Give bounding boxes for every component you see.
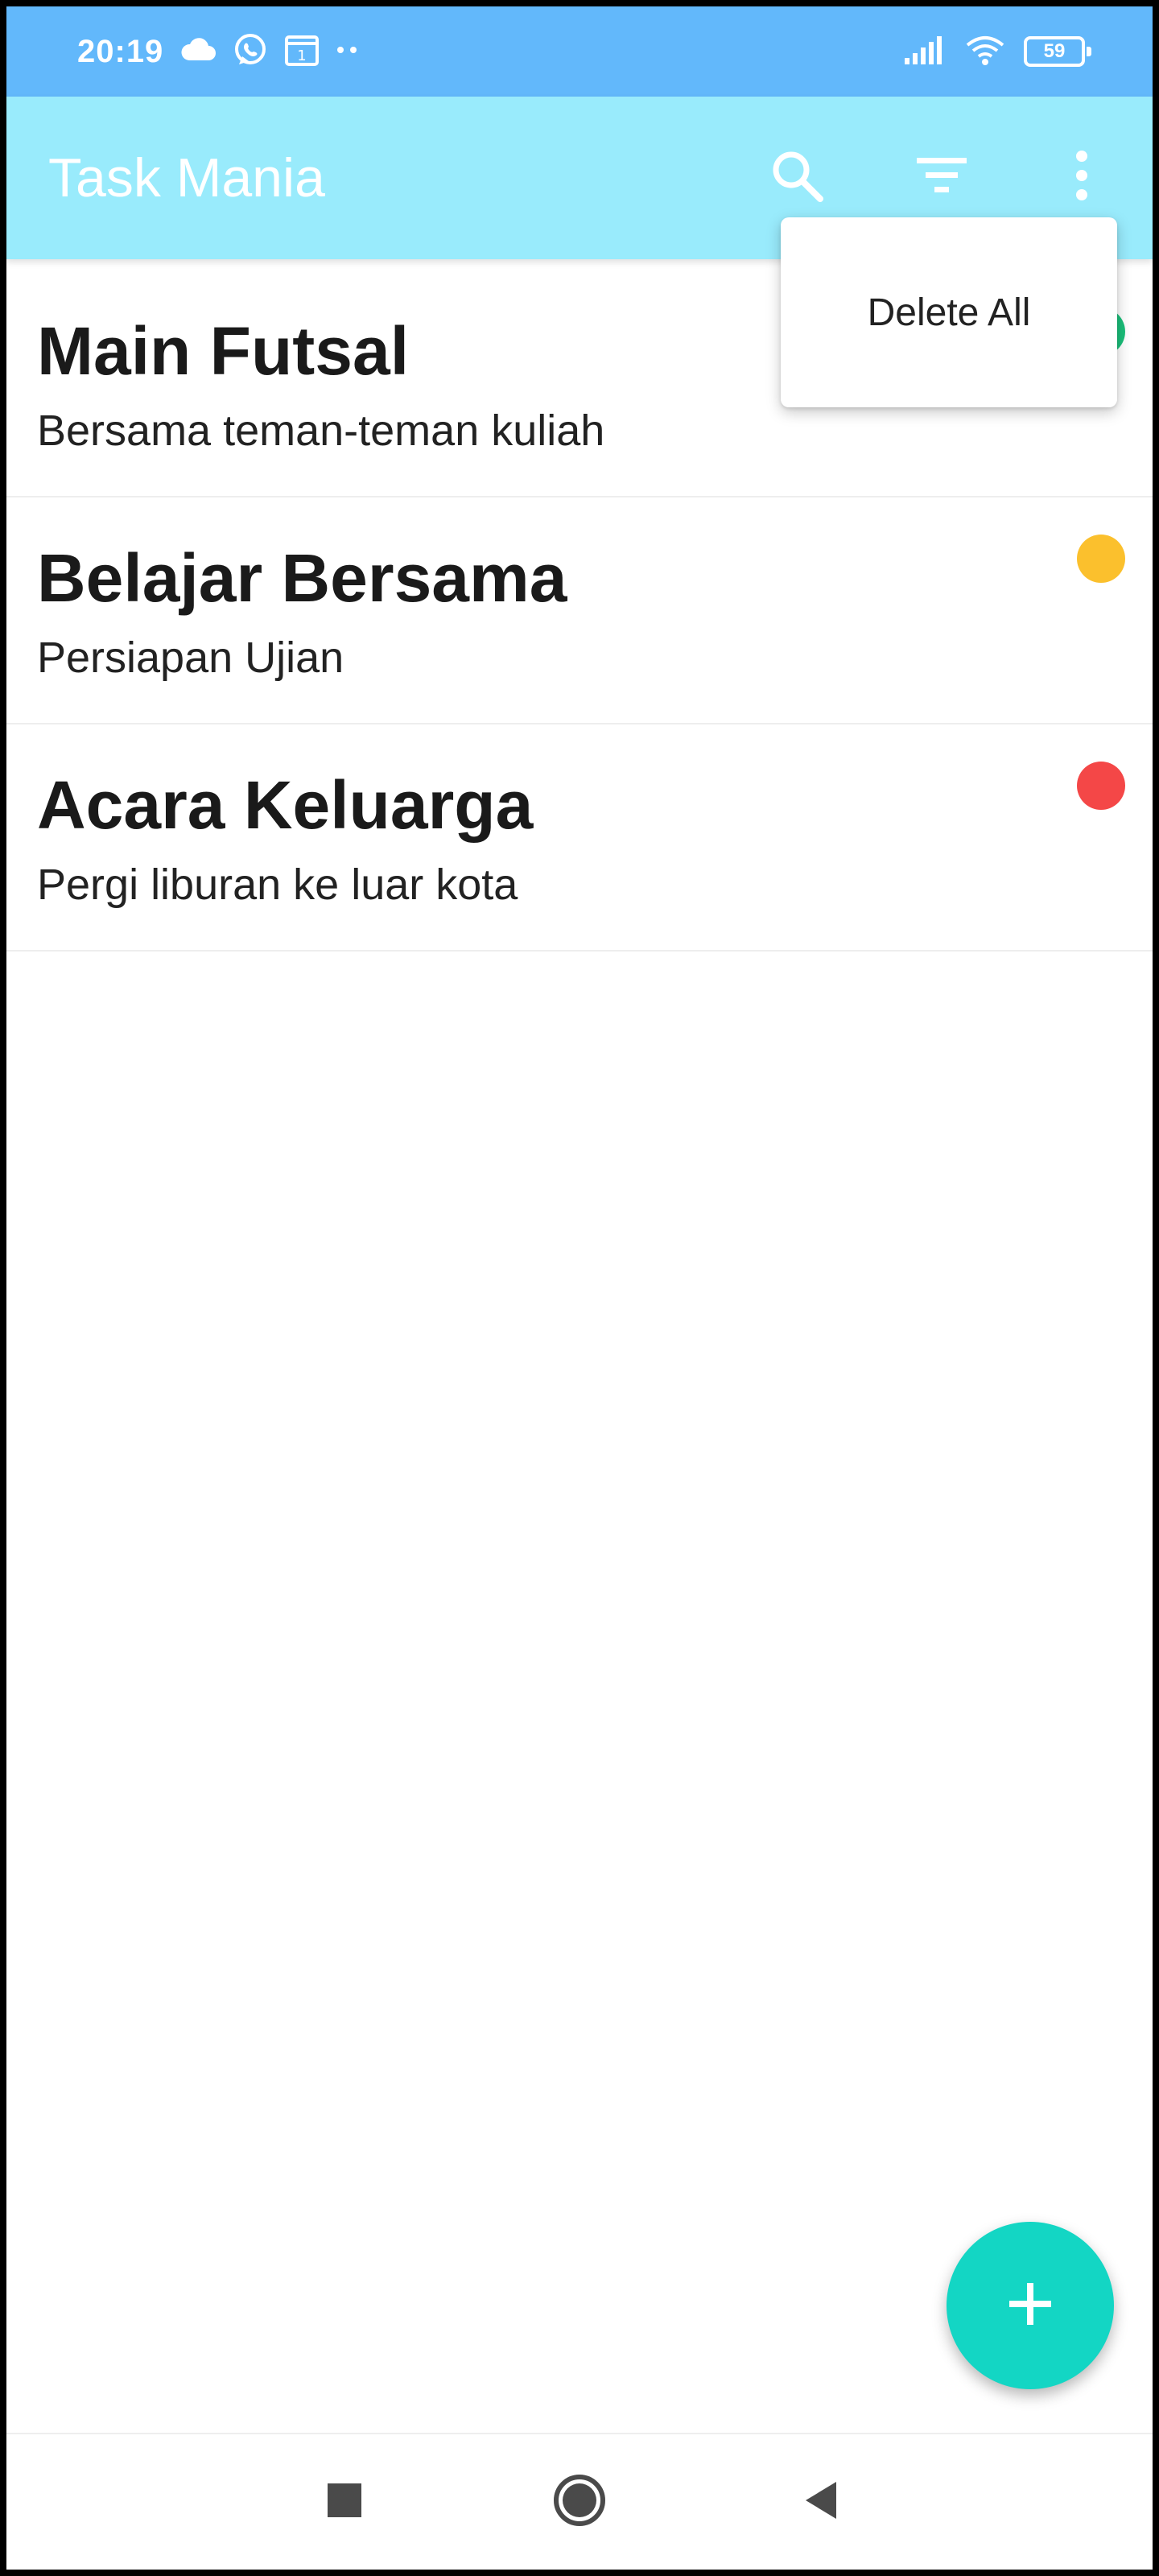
more-options-button[interactable] [1050,145,1114,209]
battery-level: 59 [1043,40,1066,62]
search-icon [769,147,825,208]
home-icon [553,2474,606,2531]
task-description: Pergi liburan ke luar kota [37,861,518,909]
overflow-menu: Delete All [781,217,1117,407]
calendar-icon: 1 [284,33,320,71]
task-item[interactable]: Acara Keluarga Pergi liburan ke luar kot… [6,724,1153,952]
more-dots-icon [336,44,360,59]
recents-icon [326,2482,363,2523]
filter-icon [914,153,970,202]
status-bar-left: 20:19 1 [77,6,360,97]
add-task-button[interactable] [947,2222,1114,2389]
svg-text:1: 1 [298,47,307,64]
back-icon [802,2480,839,2524]
home-button[interactable] [547,2470,612,2534]
task-title: Belajar Bersama [37,540,567,616]
whatsapp-icon [233,32,268,72]
wifi-icon [964,34,1006,70]
signal-icon [903,34,947,70]
delete-all-menu-item[interactable]: Delete All [781,217,1117,407]
task-item[interactable]: Belajar Bersama Persiapan Ujian [6,497,1153,724]
search-button[interactable] [765,145,829,209]
task-title: Acara Keluarga [37,767,534,843]
status-bar-right: 59 [903,6,1091,97]
add-icon [1004,2278,1056,2334]
navigation-bar [6,2433,1153,2570]
app-title: Task Mania [48,147,325,208]
filter-button[interactable] [909,145,974,209]
phone-screen: 20:19 1 59 Task Mania Main Futsal Bersam… [6,6,1153,2570]
task-title: Main Futsal [37,313,410,389]
back-button[interactable] [789,2470,853,2534]
status-time: 20:19 [77,33,164,69]
task-description: Persiapan Ujian [37,634,344,682]
recents-button[interactable] [312,2470,377,2534]
priority-indicator [1077,762,1125,810]
status-bar: 20:19 1 59 [6,6,1153,97]
battery-icon: 59 [1024,36,1091,67]
task-description: Bersama teman-teman kuliah [37,407,605,455]
more-vert-icon [1074,150,1090,205]
cloud-icon [179,37,217,66]
priority-indicator [1077,535,1125,583]
